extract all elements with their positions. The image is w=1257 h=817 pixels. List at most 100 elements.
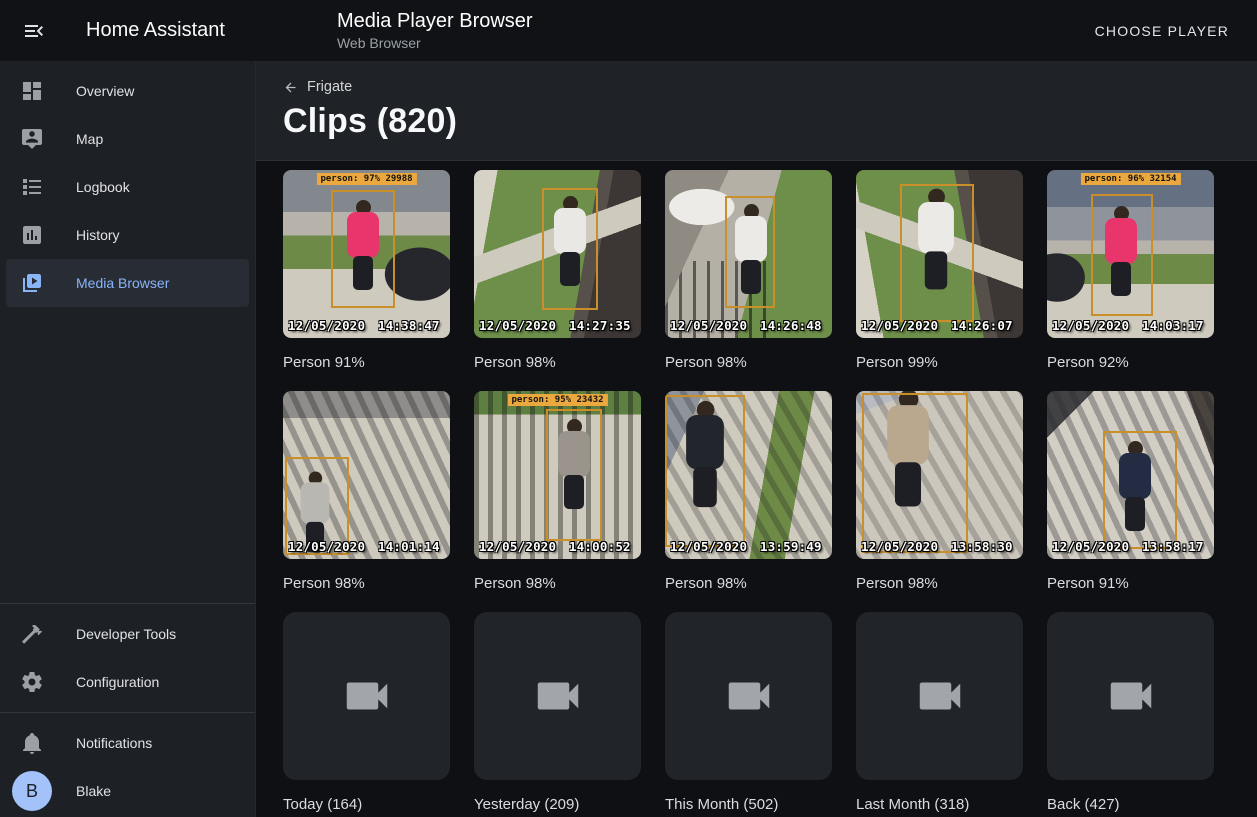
folder-caption: Back (427): [1047, 794, 1214, 815]
sidebar-item-media-browser[interactable]: Media Browser: [6, 259, 249, 307]
clip-timestamp: 12/05/2020 14:00:52: [479, 539, 631, 554]
clip-tile[interactable]: 12/05/2020 14:26:48 Person 98%: [665, 170, 832, 373]
clip-tile[interactable]: 12/05/2020 14:27:35 Person 98%: [474, 170, 641, 373]
sidebar-item-label: Media Browser: [76, 275, 169, 291]
sidebar-item-user-profile[interactable]: B Blake: [6, 767, 249, 815]
clip-caption: Person 98%: [474, 352, 641, 373]
clip-timestamp: 12/05/2020 14:26:48: [670, 318, 822, 333]
play-box-multiple-icon: [20, 271, 44, 295]
folder-tile-last-month[interactable]: Last Month (318): [856, 612, 1023, 815]
detection-bounding-box: [665, 395, 745, 547]
clip-caption: Person 91%: [1047, 573, 1214, 594]
detection-bounding-box: [1103, 431, 1177, 549]
clip-thumbnail: person: 95% 23432 12/05/2020 14:00:52: [474, 391, 641, 559]
detection-bounding-box: [542, 188, 598, 310]
clip-caption: Person 98%: [856, 573, 1023, 594]
sidebar-item-notifications[interactable]: Notifications: [6, 719, 249, 767]
sidebar-toggle-button[interactable]: [14, 11, 54, 51]
list-icon: [20, 175, 44, 199]
clip-timestamp: 12/05/2020 14:26:07: [861, 318, 1013, 333]
sidebar-item-label: Notifications: [76, 735, 152, 751]
sidebar-item-logbook[interactable]: Logbook: [6, 163, 249, 211]
folder-tile-back[interactable]: Back (427): [1047, 612, 1214, 815]
clip-tile[interactable]: 12/05/2020 13:59:49 Person 98%: [665, 391, 832, 594]
clip-thumbnail: 12/05/2020 14:27:35: [474, 170, 641, 338]
choose-player-button[interactable]: CHOOSE PLAYER: [1087, 15, 1237, 47]
folder-tile-yesterday[interactable]: Yesterday (209): [474, 612, 641, 815]
folder-thumbnail: [1047, 612, 1214, 780]
app-top-bar: Home Assistant Media Player Browser Web …: [0, 0, 1257, 61]
folder-tile-this-month[interactable]: This Month (502): [665, 612, 832, 815]
page-heading-block: Media Player Browser Web Browser: [337, 9, 533, 52]
folder-caption: This Month (502): [665, 794, 832, 815]
app-title: Home Assistant: [86, 19, 225, 42]
chart-box-icon: [20, 223, 44, 247]
clip-tile[interactable]: 12/05/2020 14:26:07 Person 99%: [856, 170, 1023, 373]
sidebar-item-overview[interactable]: Overview: [6, 67, 249, 115]
clip-thumbnail: 12/05/2020 13:59:49: [665, 391, 832, 559]
clip-timestamp: 12/05/2020 13:58:17: [1052, 539, 1204, 554]
clip-thumbnail: 12/05/2020 14:26:07: [856, 170, 1023, 338]
clip-caption: Person 99%: [856, 352, 1023, 373]
clip-thumbnail: person: 97% 29988 12/05/2020 14:38:47: [283, 170, 450, 338]
clip-thumbnail: 12/05/2020 13:58:17: [1047, 391, 1214, 559]
map-account-icon: [20, 127, 44, 151]
clip-tile[interactable]: person: 97% 29988 12/05/2020 14:38:47 Pe…: [283, 170, 450, 373]
clip-caption: Person 91%: [283, 352, 450, 373]
clip-tile[interactable]: 12/05/2020 13:58:30 Person 98%: [856, 391, 1023, 594]
folder-caption: Yesterday (209): [474, 794, 641, 815]
clip-timestamp: 12/05/2020 14:38:47: [288, 318, 440, 333]
detection-label: person: 95% 23432: [507, 394, 607, 406]
clip-caption: Person 98%: [474, 573, 641, 594]
breadcrumb-back[interactable]: Frigate: [283, 79, 352, 95]
user-name: Blake: [76, 783, 111, 799]
video-camera-icon: [913, 669, 967, 723]
clip-caption: Person 98%: [665, 352, 832, 373]
sidebar-item-label: Configuration: [76, 674, 159, 690]
clip-tile[interactable]: 12/05/2020 13:58:17 Person 91%: [1047, 391, 1214, 594]
folder-thumbnail: [283, 612, 450, 780]
detection-label: person: 97% 29988: [316, 173, 416, 185]
sidebar-item-label: Logbook: [76, 179, 130, 195]
detection-bounding-box: [725, 196, 775, 308]
video-camera-icon: [722, 669, 776, 723]
video-camera-icon: [340, 669, 394, 723]
detection-label: person: 96% 32154: [1080, 173, 1180, 185]
folder-tile-today[interactable]: Today (164): [283, 612, 450, 815]
clip-tile[interactable]: person: 95% 23432 12/05/2020 14:00:52 Pe…: [474, 391, 641, 594]
video-camera-icon: [531, 669, 585, 723]
clip-thumbnail: 12/05/2020 13:58:30: [856, 391, 1023, 559]
clip-tile[interactable]: 12/05/2020 14:01:14 Person 98%: [283, 391, 450, 594]
clip-caption: Person 98%: [665, 573, 832, 594]
breadcrumb-label: Frigate: [307, 79, 352, 95]
clip-caption: Person 98%: [283, 573, 450, 594]
clip-timestamp: 12/05/2020 14:27:35: [479, 318, 631, 333]
sidebar-item-configuration[interactable]: Configuration: [6, 658, 249, 706]
sidebar-item-developer-tools[interactable]: Developer Tools: [6, 610, 249, 658]
folder-caption: Today (164): [283, 794, 450, 815]
sidebar-item-map[interactable]: Map: [6, 115, 249, 163]
clip-thumbnail: 12/05/2020 14:01:14: [283, 391, 450, 559]
clip-timestamp: 12/05/2020 14:01:14: [288, 539, 440, 554]
folder-thumbnail: [856, 612, 1023, 780]
bell-icon: [20, 731, 44, 755]
gear-icon: [20, 670, 44, 694]
clip-thumbnail: 12/05/2020 14:26:48: [665, 170, 832, 338]
sidebar: Overview Map Logbook History Media Brows…: [0, 61, 256, 817]
page-title: Clips (820): [283, 102, 1257, 140]
sidebar-spacer: [0, 307, 255, 603]
page-subheading: Web Browser: [337, 34, 533, 52]
detection-bounding-box: [1091, 194, 1153, 316]
video-camera-icon: [1104, 669, 1158, 723]
sidebar-item-label: Overview: [76, 83, 134, 99]
sidebar-item-history[interactable]: History: [6, 211, 249, 259]
clips-grid: person: 97% 29988 12/05/2020 14:38:47 Pe…: [256, 161, 1257, 815]
user-avatar: B: [12, 771, 52, 811]
page-heading: Media Player Browser: [337, 9, 533, 33]
clip-tile[interactable]: person: 96% 32154 12/05/2020 14:03:17 Pe…: [1047, 170, 1214, 373]
folder-caption: Last Month (318): [856, 794, 1023, 815]
hammer-icon: [20, 622, 44, 646]
detection-bounding-box: [331, 190, 395, 308]
clip-thumbnail: person: 96% 32154 12/05/2020 14:03:17: [1047, 170, 1214, 338]
view-dashboard-icon: [20, 79, 44, 103]
